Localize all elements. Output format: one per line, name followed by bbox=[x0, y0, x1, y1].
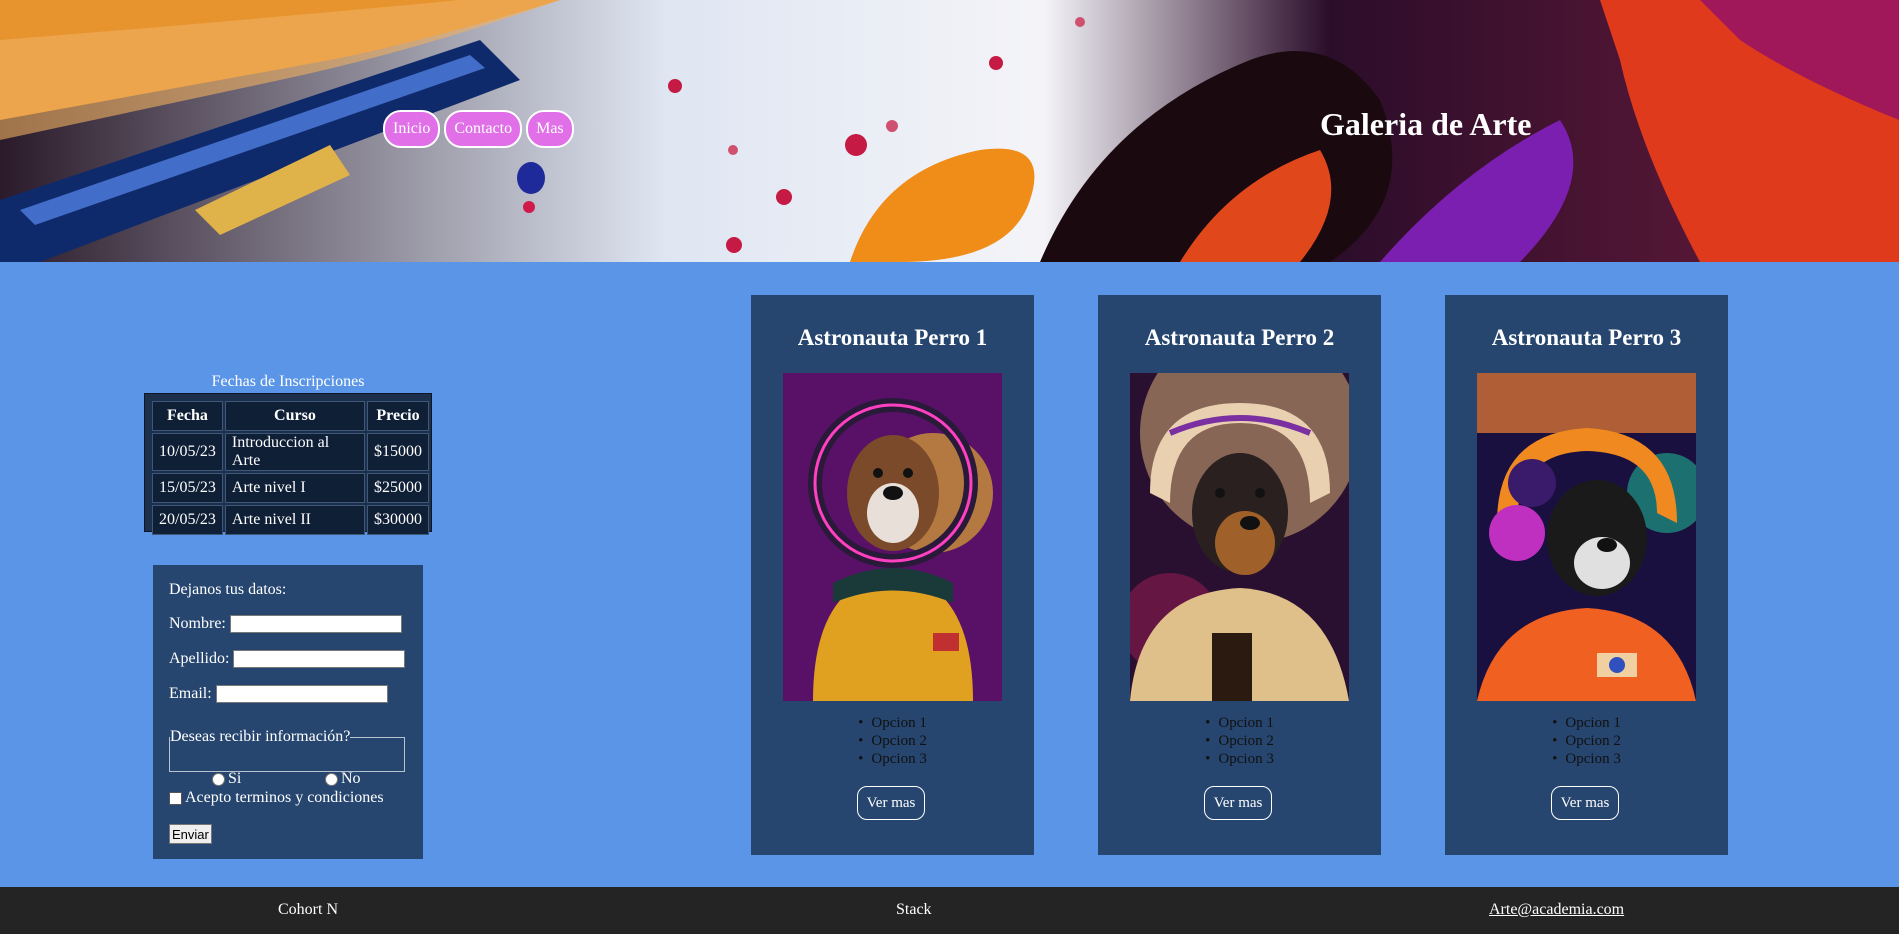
card-2: Astronauta Perro 2 Opcion 1 Opcion 2 Opc… bbox=[1098, 295, 1381, 855]
table-header-cell: Curso bbox=[224, 401, 365, 431]
card-title: Astronauta Perro 2 bbox=[1144, 325, 1335, 350]
table-cell: Arte nivel I bbox=[224, 473, 365, 503]
banner-art-image bbox=[0, 0, 1899, 262]
list-item: Opcion 1 bbox=[751, 714, 1034, 732]
list-item: Opcion 2 bbox=[1098, 732, 1381, 750]
info-legend: Deseas recibir información? bbox=[170, 728, 351, 745]
apellido-label: Apellido: bbox=[169, 650, 230, 667]
nombre-row: Nombre: bbox=[169, 615, 402, 633]
email-field[interactable] bbox=[215, 685, 388, 703]
card-dog-astronaut-image bbox=[1477, 373, 1696, 701]
card-3: Astronauta Perro 3 Opcion 1 Opcion 2 Opc… bbox=[1445, 295, 1728, 855]
footer-cohort: Cohort N bbox=[278, 901, 338, 918]
radio-no-label: No bbox=[341, 770, 361, 787]
apellido-row: Apellido: bbox=[169, 650, 406, 668]
ver-mas-button[interactable]: Ver mas bbox=[1551, 786, 1619, 820]
terms-label: Acepto terminos y condiciones bbox=[185, 789, 384, 806]
card-title: Astronauta Perro 1 bbox=[797, 325, 988, 350]
info-fieldset: Deseas recibir información? Si No bbox=[169, 728, 405, 787]
header-banner: Inicio Contacto Mas Galeria de Arte bbox=[0, 0, 1899, 262]
card-dog-astronaut-image bbox=[783, 373, 1002, 701]
table-cell: Introduccion al Arte bbox=[224, 433, 365, 471]
ver-mas-button[interactable]: Ver mas bbox=[857, 786, 925, 820]
contact-form: Dejanos tus datos: Nombre: Apellido: Ema… bbox=[153, 565, 423, 859]
list-item: Opcion 2 bbox=[751, 732, 1034, 750]
table-header-row: Fecha Curso Precio bbox=[152, 401, 429, 431]
radio-si[interactable] bbox=[212, 772, 225, 786]
list-item: Opcion 3 bbox=[1445, 750, 1728, 768]
card-dog-astronaut-image bbox=[1130, 373, 1349, 701]
email-row: Email: bbox=[169, 685, 388, 703]
terms-checkbox[interactable] bbox=[169, 791, 182, 805]
table-cell: $30000 bbox=[367, 505, 429, 535]
radio-no[interactable] bbox=[325, 772, 338, 786]
table-cell: $15000 bbox=[367, 433, 429, 471]
email-label: Email: bbox=[169, 685, 212, 702]
table-cell: 10/05/23 bbox=[152, 433, 223, 471]
submit-button[interactable]: Enviar bbox=[169, 824, 212, 844]
main-nav: Inicio Contacto Mas bbox=[383, 110, 574, 148]
list-item: Opcion 3 bbox=[751, 750, 1034, 768]
list-item: Opcion 1 bbox=[1098, 714, 1381, 732]
card-options-list: Opcion 1 Opcion 2 Opcion 3 bbox=[1445, 714, 1728, 768]
footer-email-link[interactable]: Arte@academia.com bbox=[1489, 901, 1624, 918]
nombre-label: Nombre: bbox=[169, 615, 226, 632]
terms-row: Acepto terminos y condiciones bbox=[169, 789, 384, 807]
table-row: 15/05/23 Arte nivel I $25000 bbox=[152, 473, 429, 503]
nav-contacto-button[interactable]: Contacto bbox=[444, 110, 523, 148]
list-item: Opcion 3 bbox=[1098, 750, 1381, 768]
card-options-list: Opcion 1 Opcion 2 Opcion 3 bbox=[1098, 714, 1381, 768]
site-title: Galeria de Arte bbox=[1320, 106, 1532, 142]
apellido-field[interactable] bbox=[233, 650, 406, 668]
table-row: 20/05/23 Arte nivel II $30000 bbox=[152, 505, 429, 535]
list-item: Opcion 2 bbox=[1445, 732, 1728, 750]
ver-mas-button[interactable]: Ver mas bbox=[1204, 786, 1272, 820]
table-caption: Fechas de Inscripciones bbox=[211, 373, 365, 390]
table-cell: Arte nivel II bbox=[224, 505, 365, 535]
schedule-table-container: Fecha Curso Precio 10/05/23 Introduccion… bbox=[144, 393, 432, 535]
card-title: Astronauta Perro 3 bbox=[1491, 325, 1682, 350]
footer: Cohort N Stack Arte@academia.com bbox=[0, 887, 1899, 934]
footer-stack: Stack bbox=[896, 901, 932, 918]
table-cell: $25000 bbox=[367, 473, 429, 503]
table-header-cell: Precio bbox=[367, 401, 429, 431]
nombre-field[interactable] bbox=[229, 615, 402, 633]
table-cell: 15/05/23 bbox=[152, 473, 223, 503]
list-item: Opcion 1 bbox=[1445, 714, 1728, 732]
form-intro: Dejanos tus datos: bbox=[169, 581, 287, 598]
card-1: Astronauta Perro 1 Opcion 1 Opcion 2 Opc… bbox=[751, 295, 1034, 855]
table-cell: 20/05/23 bbox=[152, 505, 223, 535]
radio-si-label: Si bbox=[228, 770, 242, 787]
card-options-list: Opcion 1 Opcion 2 Opcion 3 bbox=[751, 714, 1034, 768]
radio-no-group[interactable]: No bbox=[325, 770, 361, 788]
schedule-table: Fecha Curso Precio 10/05/23 Introduccion… bbox=[150, 399, 431, 537]
nav-mas-button[interactable]: Mas bbox=[526, 110, 574, 148]
radio-si-group[interactable]: Si bbox=[212, 770, 241, 788]
table-header-cell: Fecha bbox=[152, 401, 223, 431]
nav-inicio-button[interactable]: Inicio bbox=[383, 110, 441, 148]
table-row: 10/05/23 Introduccion al Arte $15000 bbox=[152, 433, 429, 471]
